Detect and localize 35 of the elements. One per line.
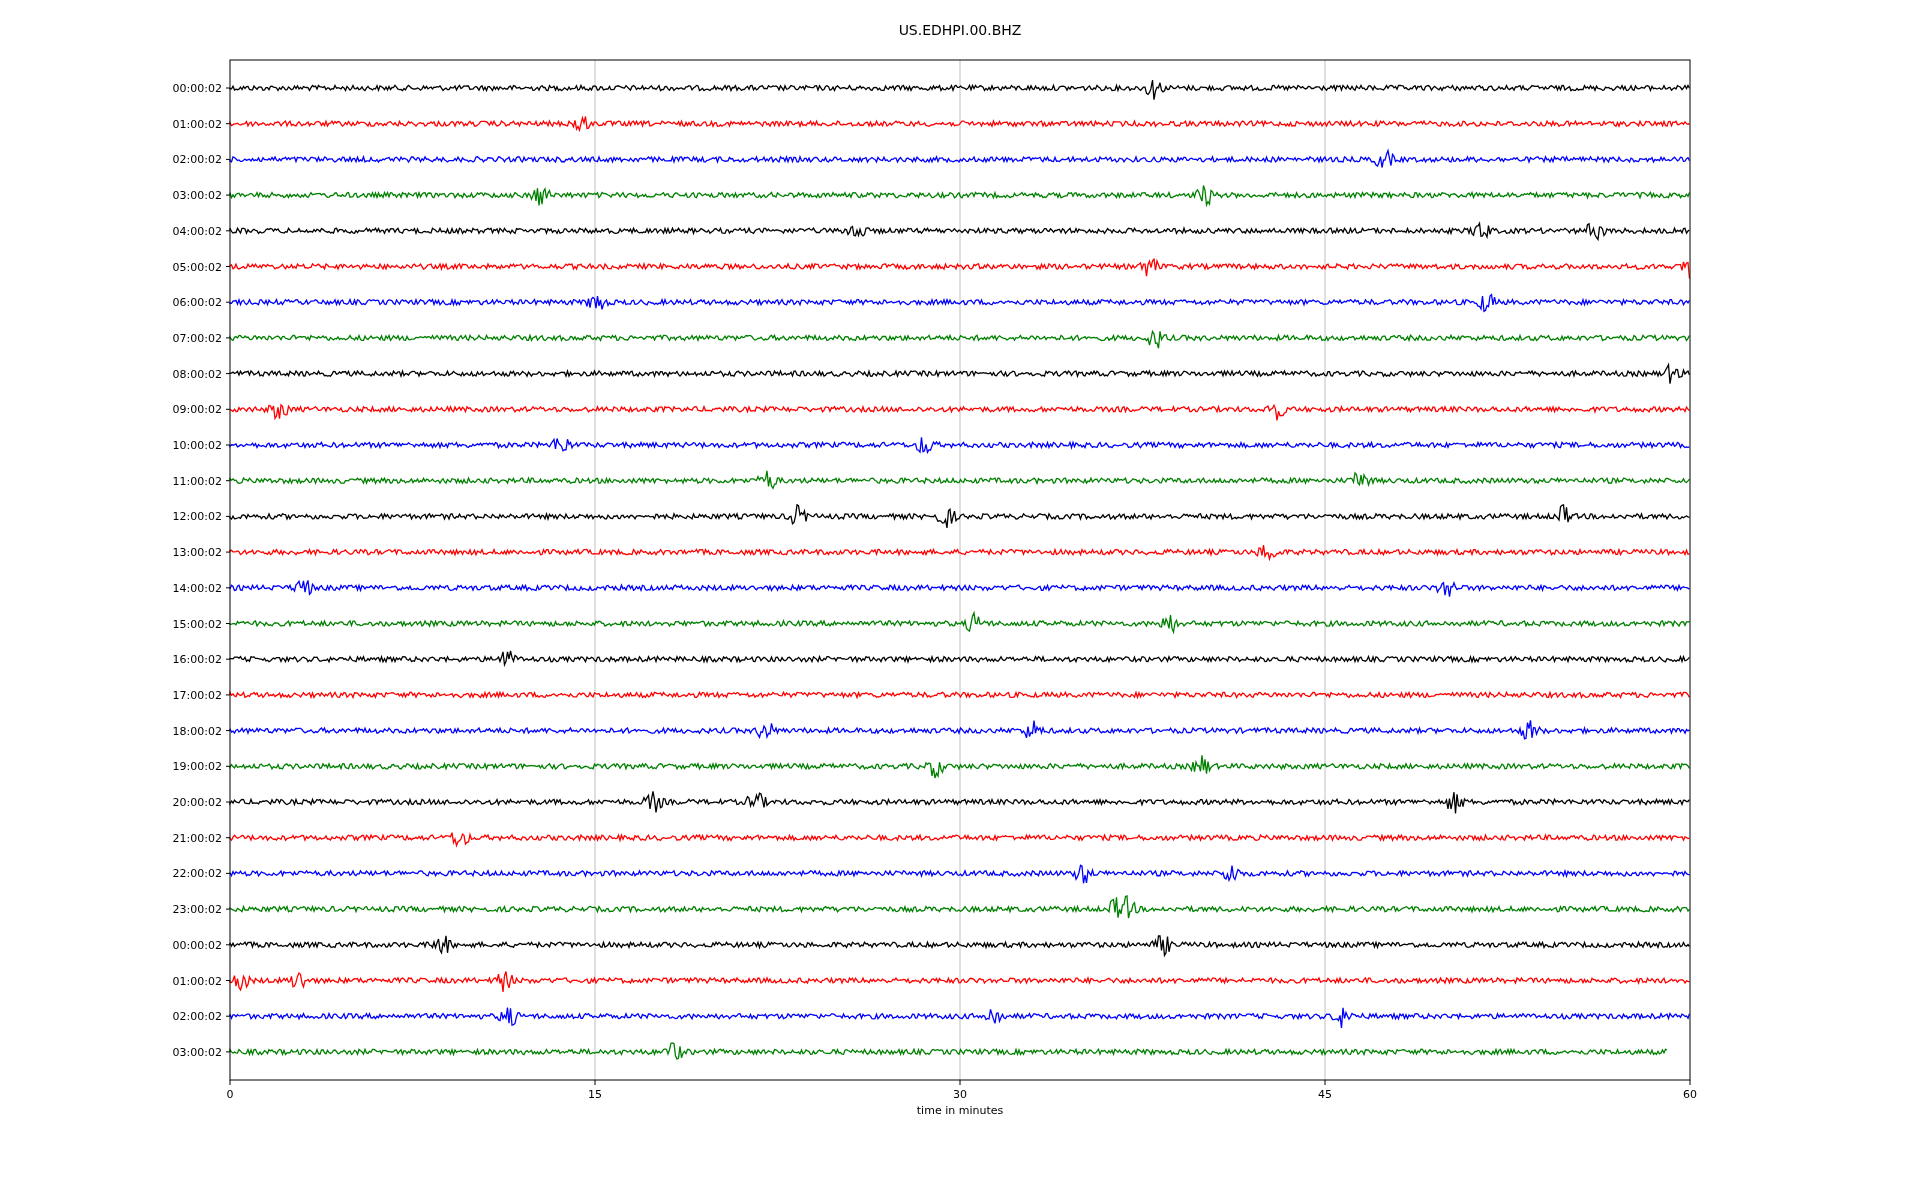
row-time-label: 13:00:02 [172,546,222,560]
row-time-label: 18:00:02 [172,724,222,738]
row-time-label: 17:00:02 [172,688,222,702]
tick-label: 45 [1318,1088,1332,1101]
row-time-label: 03:00:02 [172,189,222,203]
row-time-label: 23:00:02 [172,903,222,917]
row-time-label: 06:00:02 [172,296,222,310]
row-time-label: 22:00:02 [172,867,222,881]
row-time-label: 14:00:02 [172,581,222,595]
row-time-label: 08:00:02 [172,367,222,381]
row-time-label: 21:00:02 [172,831,222,845]
row-time-label: 20:00:02 [172,796,222,809]
row-time-label: 01:00:02 [172,974,222,988]
row-time-label: 03:00:02 [172,1045,222,1059]
tick-label: 15 [588,1088,602,1101]
row-time-label: 02:00:02 [172,1010,222,1024]
tick-label: 30 [953,1088,967,1101]
row-time-label: 00:00:02 [172,938,222,952]
row-time-label: 02:00:02 [172,153,222,167]
row-time-label: 15:00:02 [172,617,222,631]
row-time-label: 09:00:02 [172,403,222,417]
tick-label: 0 [226,1088,234,1101]
row-time-label: 16:00:02 [172,653,222,667]
row-time-label: 05:00:02 [172,260,222,274]
row-time-label: 12:00:02 [172,510,222,524]
row-time-label: 07:00:02 [172,331,222,345]
row-time-label: 11:00:02 [172,474,222,488]
tick-label: 60 [1683,1088,1697,1101]
row-time-label: 00:00:02 [172,82,222,95]
axis-label: time in minutes [916,1104,1004,1117]
row-time-label: 19:00:02 [172,760,222,774]
row-time-label: 01:00:02 [172,117,222,131]
row-time-label: 04:00:02 [172,224,222,238]
row-time-label: 10:00:02 [172,439,222,452]
plot-title: US.EDHPI.00.BHZ [898,22,1022,38]
